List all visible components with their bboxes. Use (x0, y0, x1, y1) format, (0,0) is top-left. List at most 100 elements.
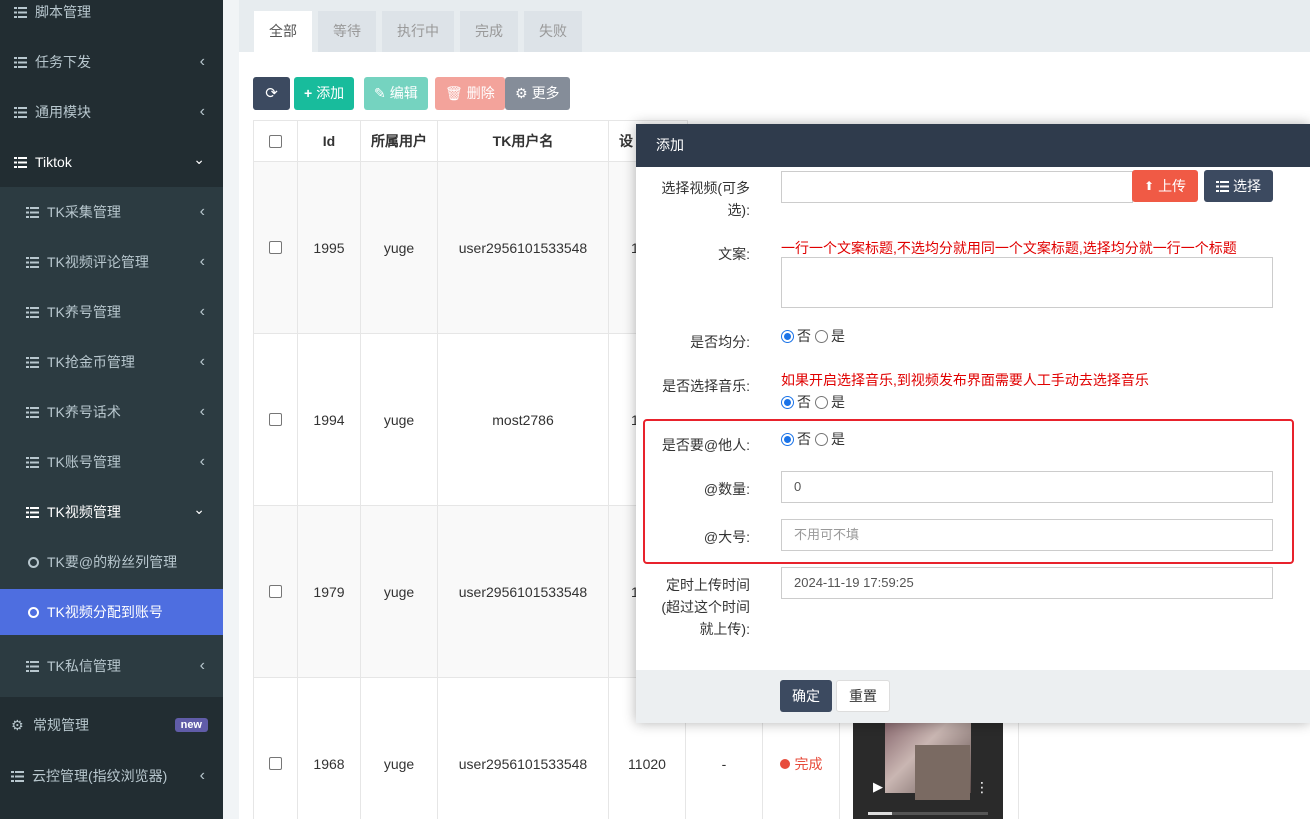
video-progress-track[interactable] (868, 812, 988, 815)
music-yes-radio[interactable] (815, 395, 828, 409)
video-thumbnail[interactable]: ▶ ⋮ (853, 723, 1003, 819)
music-no-label: 否 (797, 394, 811, 410)
sidebar-item-label: TK私信管理 (47, 658, 121, 674)
sidebar-item-label: 通用模块 (35, 104, 91, 120)
chevron-left-icon (200, 657, 205, 675)
sidebar-item-label: TK视频评论管理 (47, 254, 149, 270)
chevron-left-icon (200, 303, 205, 321)
list-icon (26, 406, 39, 418)
col-header-user[interactable]: 所属用户 (360, 120, 438, 162)
split-radio-group: 否 是 (781, 326, 845, 346)
sidebar-item-tk-nurture[interactable]: TK养号管理 (0, 287, 223, 337)
sidebar-item-tk-script[interactable]: TK养号话术 (0, 387, 223, 437)
row-checkbox[interactable] (269, 585, 282, 598)
tab-running[interactable]: 执行中 (382, 11, 454, 52)
more-button[interactable]: ⚙ 更多 (505, 77, 570, 110)
add-button[interactable]: + 添加 (294, 77, 355, 110)
col-header-id[interactable]: Id (297, 120, 361, 162)
list-icon (14, 156, 27, 168)
copy-hint: 一行一个文案标题,不选均分就用同一个文案标题,选择均分就一行一个标题 (781, 240, 1237, 256)
video-progress-fill (868, 812, 892, 815)
music-yes-label: 是 (831, 394, 845, 410)
delete-button-label: 删除 (466, 85, 495, 101)
status-text: 完成 (794, 755, 823, 772)
sidebar-item-tiktok[interactable]: Tiktok (0, 137, 223, 187)
cell-tk-user: user2956101533548 (437, 677, 609, 819)
tab-done[interactable]: 完成 (460, 11, 518, 52)
music-no-radio[interactable] (781, 395, 794, 409)
list-icon (14, 6, 27, 18)
upload-button-label: 上传 (1158, 178, 1187, 194)
sidebar-item-tk-coin[interactable]: TK抢金币管理 (0, 337, 223, 387)
select-all-checkbox[interactable] (269, 134, 282, 148)
sidebar-item-script[interactable]: 脚本管理 (0, 0, 223, 37)
music-hint: 如果开启选择音乐,到视频发布界面需要人工手动去选择音乐 (781, 372, 1149, 388)
row-checkbox[interactable] (269, 757, 282, 770)
split-no-radio[interactable] (781, 329, 794, 343)
sidebar-item-cloud[interactable]: 云控管理(指纹浏览器) (0, 751, 223, 801)
refresh-button[interactable]: ⟳ (253, 77, 290, 110)
chevron-down-icon (193, 154, 205, 171)
cell-user: yuge (360, 333, 438, 506)
reset-button[interactable]: 重置 (836, 680, 890, 712)
sidebar-item-general[interactable]: ⚙ 常规管理 new (0, 700, 223, 750)
col-header-tk-user[interactable]: TK用户名 (437, 120, 609, 162)
choose-button[interactable]: 选择 (1204, 170, 1273, 202)
time-label: 定时上传时间(超过这个时间就上传): (661, 577, 750, 637)
sidebar-item-label: 脚本管理 (35, 4, 91, 20)
time-input[interactable]: 2024-11-19 17:59:25 (781, 567, 1273, 599)
sidebar-item-tk-comment[interactable]: TK视频评论管理 (0, 237, 223, 287)
status-dot-icon (779, 758, 790, 769)
copy-textarea[interactable] (781, 257, 1273, 308)
chevron-left-icon (200, 203, 205, 221)
row-checkbox[interactable] (269, 241, 282, 254)
sidebar-item-tk-collect[interactable]: TK采集管理 (0, 187, 223, 237)
chevron-left-icon (200, 403, 205, 421)
split-yes-radio[interactable] (815, 329, 828, 343)
modal-title: 添加 (636, 124, 1310, 167)
row-checkbox[interactable] (269, 413, 282, 426)
trash-icon: 🗑 (445, 85, 463, 101)
gear-icon: ⚙ (515, 85, 528, 101)
music-radio-group: 否 是 (781, 392, 845, 412)
video-label: 选择视频(可多选): (661, 180, 750, 218)
chevron-left-icon (200, 453, 205, 471)
more-vertical-icon[interactable]: ⋮ (975, 779, 989, 796)
modal-footer (636, 670, 1310, 723)
sidebar-item-task[interactable]: 任务下发 (0, 37, 223, 87)
tab-failed[interactable]: 失败 (524, 11, 582, 52)
split-yes-label: 是 (831, 328, 845, 344)
chevron-down-icon (193, 504, 205, 521)
cell-tk-user: user2956101533548 (437, 161, 609, 334)
delete-button[interactable]: 🗑 删除 (435, 77, 505, 110)
sidebar-item-label: TK账号管理 (47, 454, 121, 470)
copy-label: 文案: (718, 246, 750, 262)
sidebar-item-tk-dm[interactable]: TK私信管理 (0, 641, 223, 691)
tab-all[interactable]: 全部 (254, 11, 312, 52)
sidebar-item-tk-video[interactable]: TK视频管理 (0, 487, 223, 537)
sidebar-item-common[interactable]: 通用模块 (0, 87, 223, 137)
cell-id: 1968 (297, 677, 361, 819)
sidebar-item-label: TK要@的粉丝列管理 (47, 554, 178, 570)
upload-button[interactable]: ⬆ 上传 (1132, 170, 1199, 202)
sidebar-item-tk-fans[interactable]: TK要@的粉丝列管理 (0, 537, 223, 587)
tab-waiting[interactable]: 等待 (318, 11, 376, 52)
play-icon[interactable]: ▶ (873, 779, 883, 795)
video-input[interactable] (781, 171, 1133, 203)
edit-button[interactable]: ✎ 编辑 (364, 77, 428, 110)
sidebar-item-label: TK养号话术 (47, 404, 121, 420)
refresh-icon: ⟳ (265, 85, 278, 102)
gears-icon: ⚙ (11, 716, 24, 733)
cell-id: 1979 (297, 505, 361, 678)
confirm-button[interactable]: 确定 (780, 680, 832, 712)
chevron-left-icon (200, 253, 205, 271)
sidebar-item-tk-video-assign[interactable]: TK视频分配到账号 (0, 589, 223, 635)
edit-button-label: 编辑 (389, 85, 418, 101)
sidebar-item-label: 常规管理 (33, 717, 89, 733)
table-row-checkbox-cell (253, 161, 298, 334)
sidebar-item-tk-account[interactable]: TK账号管理 (0, 437, 223, 487)
sidebar-item-label: 任务下发 (35, 54, 91, 70)
table-row-checkbox-cell (253, 505, 298, 678)
select-all-header (253, 120, 298, 162)
chevron-left-icon (200, 767, 205, 785)
